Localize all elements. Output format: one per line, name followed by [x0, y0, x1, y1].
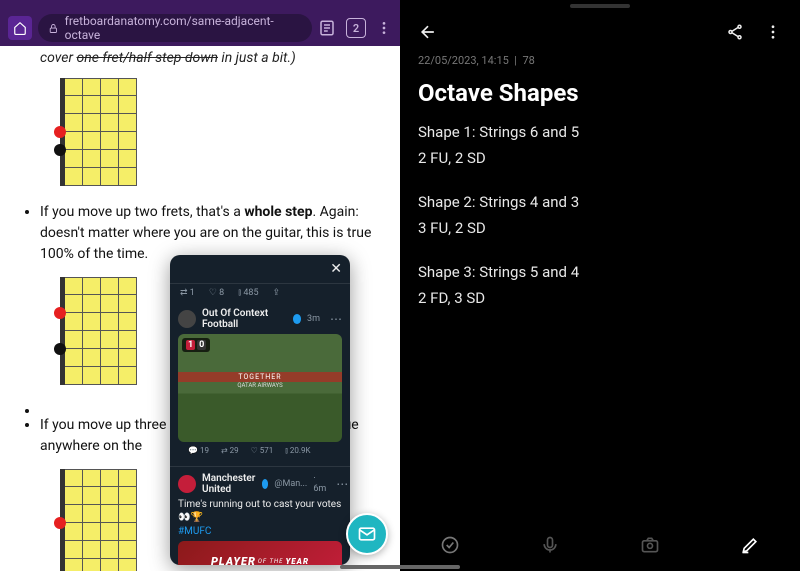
- fret-dot-red: [54, 517, 66, 529]
- home-icon: [13, 21, 27, 35]
- overlay-post-2[interactable]: Manchester United @Man... · 6m ⋯ Time's …: [170, 466, 350, 565]
- overlay-header: ✕: [170, 255, 350, 284]
- score-overlay: 10: [182, 338, 210, 352]
- views-stat[interactable]: ⫾ 20.9K: [285, 446, 310, 456]
- pencil-icon: [740, 535, 760, 555]
- post-media-2[interactable]: PLAYEROF THEYEAR: [178, 541, 342, 565]
- mail-icon: [357, 524, 377, 544]
- reader-icon[interactable]: [318, 19, 336, 37]
- menu-icon[interactable]: [376, 20, 392, 36]
- notes-panel: 22/05/2023, 14:15 | 78 Octave Shapes Sha…: [400, 0, 800, 571]
- fret-dot-red: [54, 126, 66, 138]
- share-icon: [726, 23, 744, 41]
- note-meta: 22/05/2023, 14:15 | 78: [400, 52, 800, 69]
- mail-fab[interactable]: [346, 513, 388, 555]
- overlay-post-1[interactable]: Out Of Context Football 3m ⋯ 10 TOGETHER…: [170, 302, 350, 466]
- close-icon[interactable]: ✕: [330, 261, 342, 277]
- sponsor-text: QATAR AIRWAYS: [178, 382, 342, 389]
- camera-icon: [640, 535, 660, 555]
- tab-count-button[interactable]: 2: [346, 18, 366, 38]
- note-block-2: Shape 2: Strings 4 and 3 3 FU, 2 SD: [418, 191, 782, 239]
- more-vertical-icon: [764, 23, 782, 41]
- note-block-3: Shape 3: Strings 5 and 4 2 FD, 3 SD: [418, 261, 782, 309]
- post-time: · 6m: [313, 474, 326, 494]
- url-input[interactable]: fretboardanatomy.com/same-adjacent-octav…: [38, 14, 312, 42]
- fretboard-diagram-1: [60, 78, 380, 190]
- post-1-stats: 💬 19 ⇄ 29 ♡ 571 ⫾ 20.9K: [178, 442, 342, 460]
- intro-line: cover one fret/half step down in just a …: [40, 50, 380, 66]
- share-button[interactable]: [726, 23, 744, 41]
- system-home-indicator[interactable]: [340, 565, 460, 569]
- edit-button[interactable]: [740, 535, 760, 555]
- avatar[interactable]: [178, 475, 196, 493]
- stadium-banner: TOGETHER: [178, 372, 342, 382]
- avatar[interactable]: [178, 310, 196, 328]
- lock-icon: [48, 23, 59, 34]
- like-stat[interactable]: ♡ 571: [251, 446, 274, 456]
- overlay-header-text: [178, 261, 180, 277]
- url-bar-actions: 2: [318, 18, 392, 38]
- social-overlay[interactable]: ✕ ⇄ 1 ♡ 8 ⫾ 485 ⇪ Out Of Context Footbal…: [170, 255, 350, 565]
- more-icon[interactable]: ⋯: [330, 312, 342, 326]
- more-button[interactable]: [764, 23, 782, 41]
- notch-indicator: [570, 4, 630, 8]
- more-icon[interactable]: ⋯: [336, 477, 348, 491]
- mic-icon: [540, 535, 560, 555]
- post-hashtag[interactable]: #MUFC: [178, 526, 342, 537]
- post-author[interactable]: Out Of Context Football: [202, 308, 301, 330]
- reply-stat[interactable]: 💬 19: [188, 446, 209, 456]
- fret-dot-black: [54, 343, 66, 355]
- notes-bottom-bar: [400, 521, 800, 571]
- retweet-stat[interactable]: ⇄ 1: [180, 288, 195, 298]
- post-handle: @Man...: [274, 479, 307, 489]
- note-title[interactable]: Octave Shapes: [400, 69, 800, 121]
- note-block-1: Shape 1: Strings 6 and 5 2 FU, 2 SD: [418, 121, 782, 169]
- post-time: 3m: [307, 314, 320, 324]
- back-button[interactable]: [418, 22, 438, 42]
- voice-button[interactable]: [540, 535, 560, 555]
- overlay-top-stats: ⇄ 1 ♡ 8 ⫾ 485 ⇪: [170, 284, 350, 302]
- like-stat[interactable]: ♡ 8: [209, 288, 224, 298]
- post-text: Time's running out to cast your votes 👀🏆: [178, 498, 342, 524]
- post-media[interactable]: 10 TOGETHER QATAR AIRWAYS: [178, 334, 342, 442]
- home-button[interactable]: [8, 16, 32, 40]
- url-text: fretboardanatomy.com/same-adjacent-octav…: [65, 14, 302, 42]
- post-author[interactable]: Manchester United: [202, 473, 268, 495]
- retweet-stat[interactable]: ⇄ 29: [221, 446, 239, 456]
- browser-url-bar: fretboardanatomy.com/same-adjacent-octav…: [0, 10, 400, 46]
- notes-toolbar: [400, 12, 800, 52]
- arrow-left-icon: [418, 22, 438, 42]
- verified-icon: [293, 314, 301, 324]
- verified-icon: [262, 479, 269, 489]
- camera-button[interactable]: [640, 535, 660, 555]
- checklist-button[interactable]: [440, 535, 460, 555]
- views-stat[interactable]: ⫾ 485: [238, 288, 258, 298]
- fret-dot-black: [54, 144, 66, 156]
- check-circle-icon: [440, 535, 460, 555]
- note-body[interactable]: Shape 1: Strings 6 and 5 2 FU, 2 SD Shap…: [400, 121, 800, 331]
- share-icon[interactable]: ⇪: [273, 288, 281, 298]
- fret-dot-red: [54, 307, 66, 319]
- browser-panel: fretboardanatomy.com/same-adjacent-octav…: [0, 0, 400, 571]
- browser-status-bar: [0, 0, 400, 10]
